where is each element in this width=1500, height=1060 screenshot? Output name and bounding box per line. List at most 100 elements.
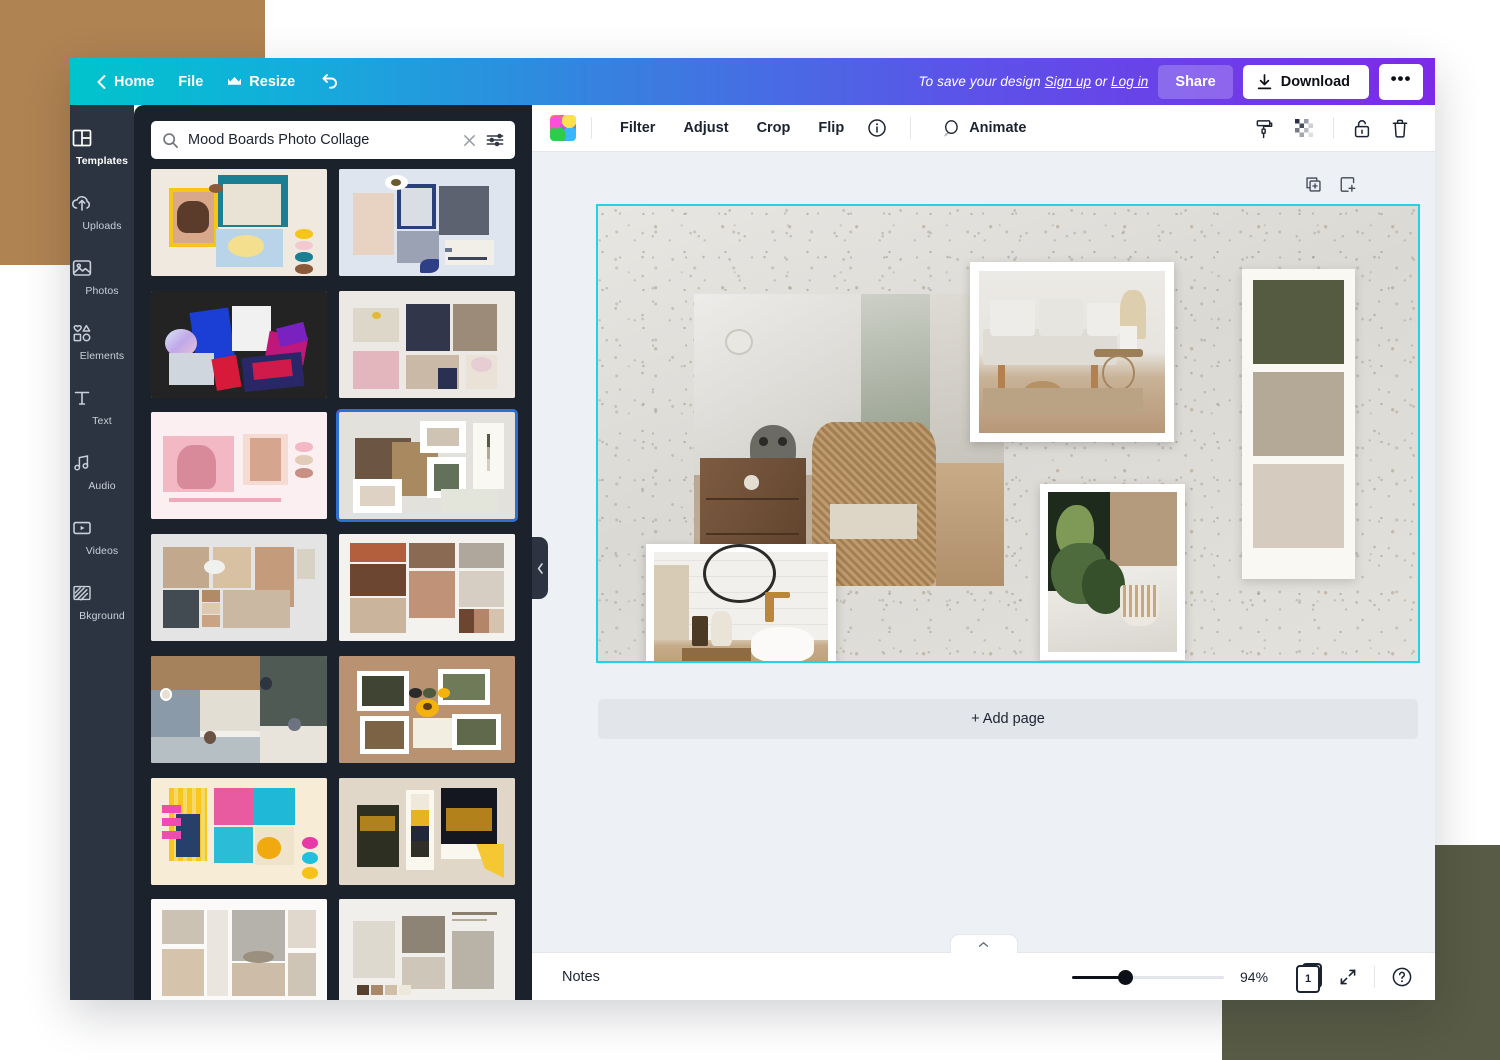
zoom-level-label: 94% — [1240, 968, 1269, 985]
sidebar-item-bkground[interactable]: Bkground — [70, 568, 134, 633]
file-label: File — [178, 73, 204, 90]
sidebar-item-label: Audio — [88, 480, 116, 492]
zoom-track-fill — [1072, 975, 1121, 979]
animate-label: Animate — [969, 120, 1027, 136]
page-number: 1 — [1304, 972, 1312, 985]
sidebar-item-uploads[interactable]: Uploads — [70, 178, 134, 243]
sign-up-link[interactable]: Sign up — [1045, 74, 1092, 89]
template-thumbnail[interactable] — [151, 777, 327, 885]
resize-label: Resize — [249, 73, 296, 90]
templates-panel — [134, 105, 532, 1000]
template-thumbnail[interactable] — [151, 290, 327, 398]
color-palette-strip[interactable] — [1242, 269, 1355, 579]
sidebar-item-photos[interactable]: Photos — [70, 243, 134, 308]
chevron-up-icon — [978, 941, 989, 948]
sidebar-item-label: Text — [92, 415, 112, 427]
editor-body: Templates Uploads Photos Elements Text A… — [70, 105, 1435, 1000]
template-thumbnail[interactable] — [151, 655, 327, 763]
photo-image-icon — [70, 256, 134, 282]
save-hint-prefix: To save your design — [918, 74, 1045, 89]
help-question-icon[interactable] — [1391, 966, 1413, 988]
left-rail: Templates Uploads Photos Elements Text A… — [70, 105, 134, 1000]
template-thumbnail-grid — [134, 169, 532, 1000]
sidebar-item-audio[interactable]: Audio — [70, 438, 134, 503]
file-menu-button[interactable]: File — [166, 68, 215, 96]
upload-cloud-icon — [70, 191, 134, 217]
chevron-left-icon — [96, 74, 107, 90]
resize-button[interactable]: Resize — [215, 68, 307, 96]
sidebar-item-label: Bkground — [79, 610, 125, 622]
template-thumbnail[interactable] — [339, 169, 515, 276]
transparency-checker-icon[interactable] — [1286, 111, 1322, 145]
zoom-slider[interactable] — [1072, 969, 1224, 985]
home-button[interactable]: Home — [84, 68, 166, 96]
plant-leaf-vase-photo[interactable] — [1040, 484, 1185, 660]
sidebar-item-label: Templates — [75, 155, 129, 167]
paint-roller-icon[interactable] — [1246, 111, 1282, 146]
adjust-button[interactable]: Adjust — [670, 112, 741, 144]
crop-button[interactable]: Crop — [744, 112, 804, 144]
bathroom-sink-photo[interactable] — [646, 543, 836, 661]
bottombar-divider — [1374, 965, 1375, 988]
download-label: Download — [1280, 73, 1350, 90]
add-page-button[interactable]: + Add page — [598, 699, 1418, 739]
more-options-button[interactable]: ••• — [1379, 63, 1423, 100]
toolbar-divider — [910, 117, 912, 139]
panel-collapse-toggle[interactable] — [532, 537, 548, 599]
template-thumbnail[interactable] — [339, 899, 515, 1000]
filter-button[interactable]: Filter — [607, 112, 668, 144]
download-button[interactable]: Download — [1242, 64, 1369, 99]
selected-image-thumbnail[interactable] — [550, 115, 576, 141]
template-thumbnail-selected[interactable] — [336, 409, 518, 523]
sidebar-item-text[interactable]: Text — [70, 373, 134, 438]
template-thumbnail[interactable] — [339, 655, 515, 763]
template-thumbnail[interactable] — [151, 534, 327, 642]
search-box[interactable] — [151, 121, 515, 159]
template-thumbnail[interactable] — [151, 169, 327, 276]
templates-grid-icon — [70, 126, 134, 152]
photo-image — [1048, 492, 1177, 652]
flip-button[interactable]: Flip — [805, 112, 857, 144]
duplicate-page-icon[interactable] — [1304, 175, 1323, 194]
share-button[interactable]: Share — [1158, 64, 1233, 99]
crown-icon — [227, 76, 242, 87]
trash-icon[interactable] — [1383, 111, 1417, 146]
notes-button[interactable]: Notes — [554, 963, 608, 991]
sidebar-item-videos[interactable]: Videos — [70, 503, 134, 568]
design-canvas[interactable]: New HomeInspiration Board — [596, 204, 1420, 663]
canva-editor-window: Home File Resize To save your design Sig… — [70, 58, 1435, 1000]
filter-sliders-icon[interactable] — [486, 132, 504, 148]
expand-arrows-icon[interactable] — [1338, 967, 1358, 987]
template-thumbnail[interactable] — [339, 290, 515, 398]
add-page-icon[interactable] — [1338, 175, 1357, 194]
zoom-slider-knob[interactable] — [1117, 969, 1133, 985]
sidebar-item-label: Uploads — [82, 220, 122, 232]
close-x-icon[interactable] — [462, 133, 477, 148]
shapes-elements-icon — [70, 321, 134, 347]
search-icon — [162, 132, 179, 149]
template-thumbnail[interactable] — [151, 412, 327, 520]
undo-button[interactable] — [307, 67, 351, 97]
sidebar-item-elements[interactable]: Elements — [70, 308, 134, 373]
wicker-chair-dresser-photo[interactable] — [694, 294, 1004, 586]
photo-image — [979, 271, 1165, 433]
notes-panel-handle[interactable] — [949, 934, 1018, 953]
template-thumbnail[interactable] — [339, 777, 515, 885]
top-navigation-bar: Home File Resize To save your design Sig… — [70, 58, 1435, 105]
sofa-pillows-livingroom-photo[interactable] — [970, 262, 1174, 442]
toolbar-right-group — [1246, 111, 1417, 146]
page-stack-icon[interactable]: 1 — [1296, 962, 1322, 993]
template-thumbnail[interactable] — [339, 534, 515, 642]
sidebar-item-templates[interactable]: Templates — [70, 113, 134, 178]
info-circle-icon[interactable] — [859, 111, 895, 145]
animate-button[interactable]: Animate — [926, 111, 1039, 146]
page-number-badge: 1 — [1296, 964, 1320, 993]
toolbar-divider — [591, 117, 592, 139]
bottom-status-bar: Notes 94% 1 — [532, 934, 1435, 1000]
download-arrow-icon — [1257, 73, 1272, 90]
video-play-icon — [70, 516, 134, 542]
template-thumbnail[interactable] — [151, 899, 327, 1000]
log-in-link[interactable]: Log in — [1111, 74, 1148, 89]
lock-icon[interactable] — [1345, 111, 1379, 146]
search-input[interactable] — [188, 132, 453, 148]
